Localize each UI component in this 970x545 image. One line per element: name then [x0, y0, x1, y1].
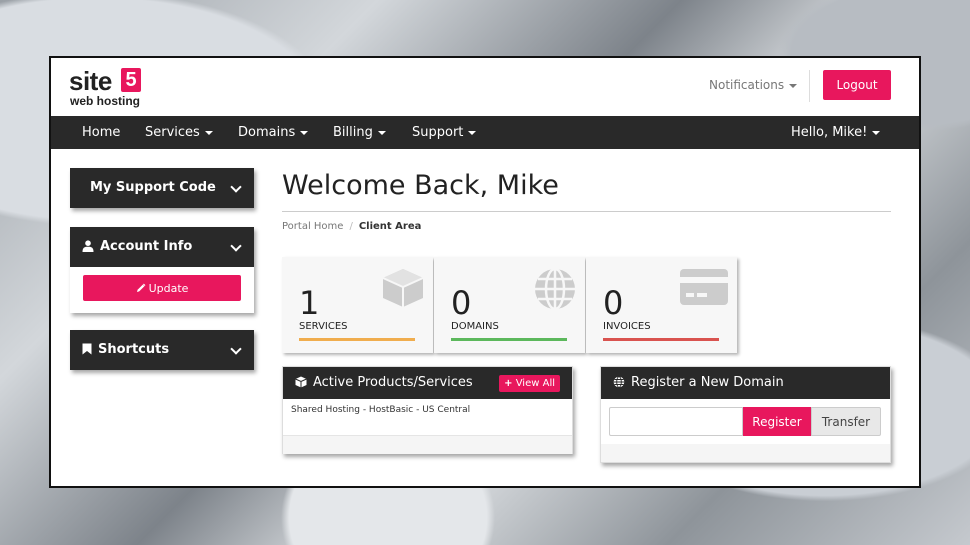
nav-services[interactable]: Services	[145, 116, 213, 149]
caret-down-icon	[789, 83, 798, 88]
services-underline	[299, 338, 415, 341]
view-all-button[interactable]: + View All	[499, 375, 560, 392]
domains-label: DOMAINS	[451, 321, 499, 332]
register-domain-header: Register a New Domain	[601, 367, 890, 399]
shortcuts-title: Shortcuts	[98, 342, 170, 357]
caret-down-icon	[300, 130, 309, 135]
account-info-title: Account Info	[100, 239, 193, 254]
chevron-down-icon	[230, 343, 242, 355]
invoices-stat-tile[interactable]: 0 INVOICES	[586, 257, 737, 353]
caret-down-icon	[377, 130, 386, 135]
logout-button[interactable]: Logout	[823, 70, 891, 100]
services-label: SERVICES	[299, 321, 348, 332]
transfer-button[interactable]: Transfer	[811, 407, 881, 436]
services-count: 1	[299, 284, 320, 322]
account-info-header[interactable]: Account Info	[70, 227, 254, 267]
cube-icon	[382, 269, 424, 307]
title-divider	[282, 211, 891, 212]
shortcuts-header[interactable]: Shortcuts	[70, 330, 254, 370]
browser-frame: site 5 web hosting Notifications Logout …	[49, 56, 921, 488]
nav-domains[interactable]: Domains	[238, 116, 309, 149]
nav-support[interactable]: Support	[412, 116, 477, 149]
user-greeting: Hello, Mike!	[791, 125, 868, 140]
card-footer	[601, 444, 890, 462]
plus-icon: +	[504, 378, 513, 389]
services-stat-tile[interactable]: 1 SERVICES	[282, 257, 433, 353]
active-products-header: Active Products/Services + View All	[283, 367, 572, 399]
caret-down-icon	[872, 130, 881, 135]
pencil-icon	[136, 283, 146, 292]
notifications-dropdown[interactable]: Notifications	[709, 78, 798, 92]
nav-billing[interactable]: Billing	[333, 116, 386, 149]
breadcrumb-home-link[interactable]: Portal Home	[282, 221, 343, 232]
nav-domains-label: Domains	[238, 125, 296, 140]
globe-icon	[613, 376, 625, 388]
account-info-panel: Account Info Update	[70, 227, 254, 313]
notifications-label: Notifications	[709, 78, 785, 92]
support-code-panel: My Support Code	[70, 168, 254, 208]
cube-icon	[295, 376, 307, 388]
nav-billing-label: Billing	[333, 125, 373, 140]
invoices-count: 0	[603, 284, 624, 322]
credit-card-icon	[680, 269, 728, 305]
logo-tagline: web hosting	[70, 94, 140, 108]
register-domain-card: Register a New Domain Register Transfer	[600, 366, 891, 463]
globe-icon	[535, 267, 575, 311]
nav-services-label: Services	[145, 125, 200, 140]
page-title: Welcome Back, Mike	[282, 170, 559, 201]
nav-support-label: Support	[412, 125, 464, 140]
nav-home[interactable]: Home	[82, 116, 120, 149]
main-navbar: Home Services Domains Billing Support He…	[51, 116, 919, 149]
register-button[interactable]: Register	[743, 407, 811, 436]
caret-down-icon	[204, 130, 213, 135]
service-list-item[interactable]: Shared Hosting - HostBasic - US Central	[283, 399, 572, 436]
site5-logo[interactable]: site 5 web hosting	[69, 66, 143, 108]
domains-stat-tile[interactable]: 0 DOMAINS	[434, 257, 585, 353]
card-footer	[283, 436, 572, 454]
invoices-underline	[603, 338, 719, 341]
user-menu[interactable]: Hello, Mike!	[791, 116, 881, 149]
update-label: Update	[148, 281, 189, 295]
breadcrumb: Portal Home / Client Area	[282, 221, 422, 232]
support-code-header[interactable]: My Support Code	[70, 168, 254, 208]
register-domain-title: Register a New Domain	[631, 375, 784, 390]
domains-count: 0	[451, 284, 472, 322]
breadcrumb-current: Client Area	[358, 221, 422, 232]
user-icon	[82, 240, 94, 252]
chevron-down-icon	[230, 240, 242, 252]
bookmark-icon	[82, 343, 92, 355]
invoices-label: INVOICES	[603, 321, 651, 332]
shortcuts-panel: Shortcuts	[70, 330, 254, 370]
domain-search-input[interactable]	[609, 407, 743, 436]
caret-down-icon	[468, 130, 477, 135]
chevron-down-icon	[230, 181, 242, 193]
update-button[interactable]: Update	[83, 275, 241, 301]
service-name: Shared Hosting - HostBasic - US Central	[291, 405, 471, 415]
domains-underline	[451, 338, 567, 341]
logo-number-badge: 5	[121, 68, 141, 92]
view-all-label: View All	[515, 378, 555, 389]
top-header: site 5 web hosting Notifications Logout	[51, 58, 919, 116]
logo-wordmark: site	[69, 66, 112, 96]
active-products-title: Active Products/Services	[313, 375, 473, 390]
header-divider	[809, 70, 810, 102]
nav-home-label: Home	[82, 125, 121, 140]
active-products-card: Active Products/Services + View All Shar…	[282, 366, 573, 454]
support-code-title: My Support Code	[90, 180, 216, 195]
